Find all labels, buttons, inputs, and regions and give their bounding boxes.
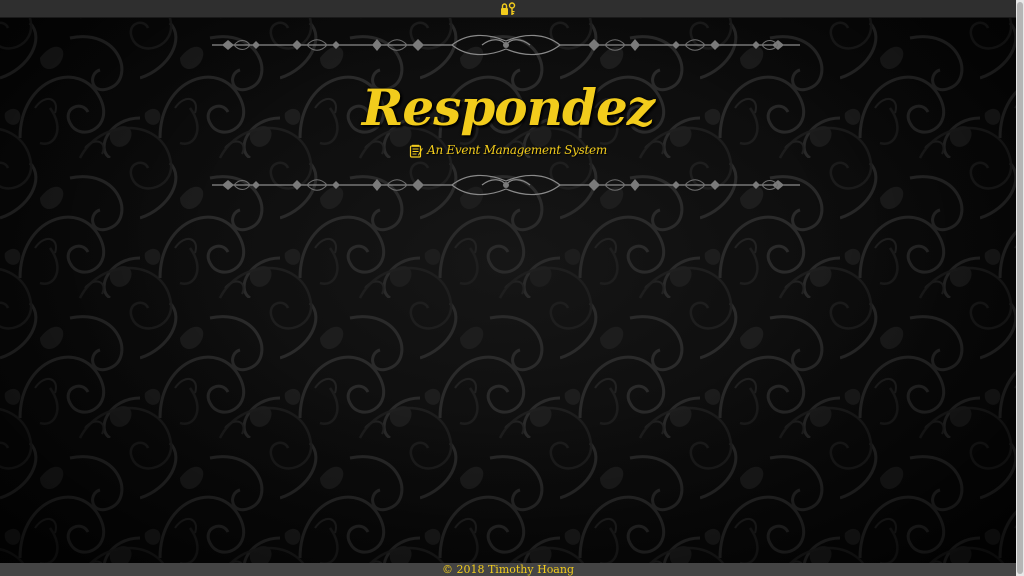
ornament-divider-top (212, 34, 800, 56)
scrollbar-thumb[interactable] (1017, 2, 1023, 574)
tagline-row: An Event Management System (0, 140, 1016, 160)
tagline: An Event Management System (427, 143, 607, 157)
footer: © 2018 Timothy Hoang (0, 563, 1016, 576)
vertical-scrollbar[interactable] (1016, 0, 1024, 576)
top-bar (0, 0, 1016, 18)
app-title: Respondez (361, 78, 655, 137)
ornament-divider-bottom (212, 174, 800, 196)
lock-key-icon[interactable] (500, 1, 516, 16)
notepad-icon (409, 143, 423, 158)
copyright-text: © 2018 Timothy Hoang (441, 563, 574, 576)
page: Respondez An Event Management System © 2… (0, 0, 1016, 576)
